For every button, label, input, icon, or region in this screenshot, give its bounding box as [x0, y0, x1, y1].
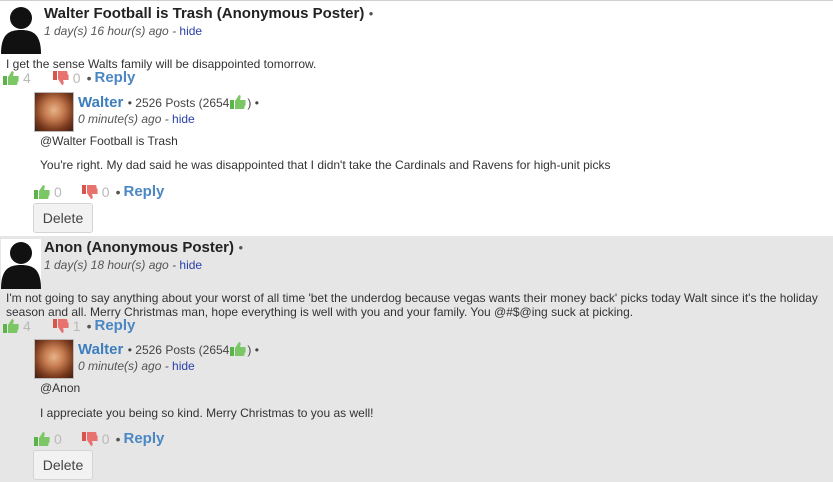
reply-meta: 0 minute(s) ago - hide	[78, 112, 195, 126]
reply-author[interactable]: Walter	[78, 341, 123, 358]
timestamp: 1 day(s) 16 hour(s) ago -	[44, 24, 177, 38]
thumbs-up-icon[interactable]	[2, 70, 20, 86]
down-count: 0	[101, 430, 110, 447]
up-count: 4	[23, 317, 31, 334]
reply-link[interactable]: Reply	[124, 430, 165, 447]
thumbs-down-icon[interactable]	[81, 431, 99, 447]
reply-mention: @Walter Football is Trash	[40, 134, 178, 148]
up-count: 0	[54, 430, 62, 447]
reply-header: Walter • 2526 Posts (2654 ) •	[78, 341, 259, 359]
bullet: •	[368, 6, 374, 21]
thumbs-up-icon[interactable]	[2, 318, 20, 334]
thumbs-down-icon[interactable]	[52, 318, 70, 334]
reply-vote-row: 0 0 • Reply	[33, 183, 164, 200]
comment-meta: 1 day(s) 18 hour(s) ago - hide	[44, 258, 202, 272]
thumbs-down-icon[interactable]	[52, 70, 70, 86]
walter-avatar	[34, 92, 74, 132]
thumbs-up-icon[interactable]	[33, 431, 51, 447]
delete-button[interactable]: Delete	[33, 450, 93, 480]
comment-meta: 1 day(s) 16 hour(s) ago - hide	[44, 24, 202, 38]
reply-author[interactable]: Walter	[78, 94, 123, 111]
reply-link[interactable]: Reply	[95, 317, 136, 334]
separator-dot: •	[115, 183, 121, 200]
hide-link[interactable]: hide	[179, 24, 202, 38]
comment-header: Walter Football is Trash (Anonymous Post…	[44, 5, 373, 23]
down-count: 0	[72, 69, 81, 86]
separator-dot: •	[115, 430, 121, 447]
reply-meta: 0 minute(s) ago - hide	[78, 359, 195, 373]
poster-name: Walter Football is Trash (Anonymous Post…	[44, 5, 365, 22]
up-count: 0	[54, 183, 62, 200]
posts-info-close: ) •	[247, 343, 259, 357]
reply-timestamp: 0 minute(s) ago -	[78, 359, 169, 373]
down-count: 0	[101, 183, 110, 200]
hide-link[interactable]: hide	[172, 112, 195, 126]
reply-link[interactable]: Reply	[124, 183, 165, 200]
reply-link[interactable]: Reply	[95, 69, 136, 86]
comment-text: I'm not going to say anything about your…	[6, 291, 818, 319]
bullet: •	[238, 240, 244, 255]
reply-text: I appreciate you being so kind. Merry Ch…	[40, 406, 374, 420]
comment-header: Anon (Anonymous Poster) •	[44, 239, 243, 257]
timestamp: 1 day(s) 18 hour(s) ago -	[44, 258, 177, 272]
separator-dot: •	[86, 317, 92, 334]
poster-name: Anon (Anonymous Poster)	[44, 239, 234, 256]
delete-button[interactable]: Delete	[33, 203, 93, 233]
hide-link[interactable]: hide	[179, 258, 202, 272]
reply-timestamp: 0 minute(s) ago -	[78, 112, 169, 126]
thumbs-up-icon[interactable]	[33, 184, 51, 200]
reply-mention: @Anon	[40, 381, 81, 395]
vote-row: 4 0 • Reply	[2, 69, 135, 86]
separator-dot: •	[86, 69, 92, 86]
comment-2: Anon (Anonymous Poster) • 1 day(s) 18 ho…	[0, 236, 833, 482]
hide-link[interactable]: hide	[172, 359, 195, 373]
comment-1: Walter Football is Trash (Anonymous Post…	[0, 0, 833, 237]
thumbs-up-icon	[229, 341, 247, 357]
vote-row: 4 1 • Reply	[2, 317, 135, 334]
posts-info-close: ) •	[247, 96, 259, 110]
posts-info: • 2526 Posts (2654	[127, 343, 230, 357]
reply-header: Walter • 2526 Posts (2654 ) •	[78, 94, 259, 112]
up-count: 4	[23, 69, 31, 86]
down-count: 1	[72, 317, 81, 334]
avatar-silhouette-icon	[1, 4, 41, 54]
reply-text: You're right. My dad said he was disappo…	[40, 158, 611, 172]
posts-info: • 2526 Posts (2654	[127, 96, 230, 110]
thumbs-down-icon[interactable]	[81, 184, 99, 200]
reply-vote-row: 0 0 • Reply	[33, 430, 164, 447]
avatar-silhouette-icon	[1, 239, 41, 289]
thumbs-up-icon	[229, 94, 247, 110]
walter-avatar	[34, 339, 74, 379]
